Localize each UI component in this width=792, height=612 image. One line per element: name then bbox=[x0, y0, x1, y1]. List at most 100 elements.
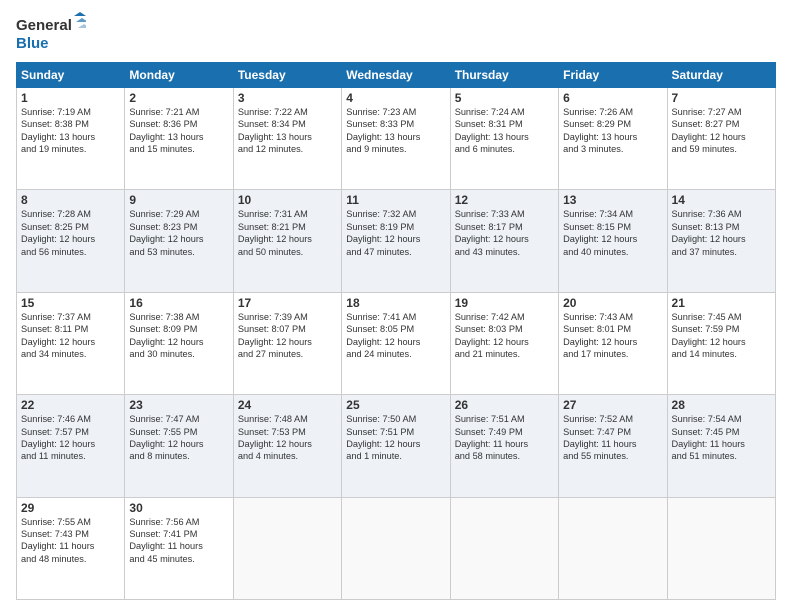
day-number: 9 bbox=[129, 193, 228, 207]
calendar-cell: 28Sunrise: 7:54 AMSunset: 7:45 PMDayligh… bbox=[667, 395, 775, 497]
cell-content: Sunrise: 7:27 AMSunset: 8:27 PMDaylight:… bbox=[672, 106, 771, 156]
calendar-cell: 18Sunrise: 7:41 AMSunset: 8:05 PMDayligh… bbox=[342, 292, 450, 394]
calendar-cell: 19Sunrise: 7:42 AMSunset: 8:03 PMDayligh… bbox=[450, 292, 558, 394]
calendar-cell: 27Sunrise: 7:52 AMSunset: 7:47 PMDayligh… bbox=[559, 395, 667, 497]
day-number: 17 bbox=[238, 296, 337, 310]
calendar-cell: 30Sunrise: 7:56 AMSunset: 7:41 PMDayligh… bbox=[125, 497, 233, 599]
calendar-cell: 14Sunrise: 7:36 AMSunset: 8:13 PMDayligh… bbox=[667, 190, 775, 292]
day-number: 25 bbox=[346, 398, 445, 412]
cell-content: Sunrise: 7:31 AMSunset: 8:21 PMDaylight:… bbox=[238, 208, 337, 258]
day-number: 30 bbox=[129, 501, 228, 515]
cell-content: Sunrise: 7:36 AMSunset: 8:13 PMDaylight:… bbox=[672, 208, 771, 258]
cell-content: Sunrise: 7:56 AMSunset: 7:41 PMDaylight:… bbox=[129, 516, 228, 566]
calendar-cell: 22Sunrise: 7:46 AMSunset: 7:57 PMDayligh… bbox=[17, 395, 125, 497]
day-header-wednesday: Wednesday bbox=[342, 63, 450, 88]
calendar-cell: 25Sunrise: 7:50 AMSunset: 7:51 PMDayligh… bbox=[342, 395, 450, 497]
day-number: 26 bbox=[455, 398, 554, 412]
calendar-cell bbox=[342, 497, 450, 599]
day-number: 10 bbox=[238, 193, 337, 207]
cell-content: Sunrise: 7:24 AMSunset: 8:31 PMDaylight:… bbox=[455, 106, 554, 156]
cell-content: Sunrise: 7:32 AMSunset: 8:19 PMDaylight:… bbox=[346, 208, 445, 258]
cell-content: Sunrise: 7:48 AMSunset: 7:53 PMDaylight:… bbox=[238, 413, 337, 463]
calendar-cell bbox=[233, 497, 341, 599]
cell-content: Sunrise: 7:21 AMSunset: 8:36 PMDaylight:… bbox=[129, 106, 228, 156]
week-row-5: 29Sunrise: 7:55 AMSunset: 7:43 PMDayligh… bbox=[17, 497, 776, 599]
day-number: 23 bbox=[129, 398, 228, 412]
day-header-monday: Monday bbox=[125, 63, 233, 88]
day-number: 21 bbox=[672, 296, 771, 310]
cell-content: Sunrise: 7:29 AMSunset: 8:23 PMDaylight:… bbox=[129, 208, 228, 258]
cell-content: Sunrise: 7:42 AMSunset: 8:03 PMDaylight:… bbox=[455, 311, 554, 361]
day-number: 4 bbox=[346, 91, 445, 105]
calendar-cell: 20Sunrise: 7:43 AMSunset: 8:01 PMDayligh… bbox=[559, 292, 667, 394]
day-number: 27 bbox=[563, 398, 662, 412]
calendar-cell: 24Sunrise: 7:48 AMSunset: 7:53 PMDayligh… bbox=[233, 395, 341, 497]
day-header-tuesday: Tuesday bbox=[233, 63, 341, 88]
calendar-cell: 1Sunrise: 7:19 AMSunset: 8:38 PMDaylight… bbox=[17, 88, 125, 190]
calendar-cell: 3Sunrise: 7:22 AMSunset: 8:34 PMDaylight… bbox=[233, 88, 341, 190]
calendar-cell bbox=[559, 497, 667, 599]
calendar-cell: 7Sunrise: 7:27 AMSunset: 8:27 PMDaylight… bbox=[667, 88, 775, 190]
cell-content: Sunrise: 7:46 AMSunset: 7:57 PMDaylight:… bbox=[21, 413, 120, 463]
day-number: 7 bbox=[672, 91, 771, 105]
day-number: 29 bbox=[21, 501, 120, 515]
calendar-cell: 6Sunrise: 7:26 AMSunset: 8:29 PMDaylight… bbox=[559, 88, 667, 190]
day-number: 6 bbox=[563, 91, 662, 105]
cell-content: Sunrise: 7:41 AMSunset: 8:05 PMDaylight:… bbox=[346, 311, 445, 361]
day-number: 28 bbox=[672, 398, 771, 412]
day-number: 19 bbox=[455, 296, 554, 310]
cell-content: Sunrise: 7:55 AMSunset: 7:43 PMDaylight:… bbox=[21, 516, 120, 566]
cell-content: Sunrise: 7:52 AMSunset: 7:47 PMDaylight:… bbox=[563, 413, 662, 463]
day-number: 22 bbox=[21, 398, 120, 412]
day-header-friday: Friday bbox=[559, 63, 667, 88]
logo: General Blue bbox=[16, 12, 86, 54]
day-number: 15 bbox=[21, 296, 120, 310]
svg-text:Blue: Blue bbox=[16, 35, 49, 52]
calendar-cell: 15Sunrise: 7:37 AMSunset: 8:11 PMDayligh… bbox=[17, 292, 125, 394]
day-number: 8 bbox=[21, 193, 120, 207]
day-number: 11 bbox=[346, 193, 445, 207]
day-number: 2 bbox=[129, 91, 228, 105]
calendar-cell: 4Sunrise: 7:23 AMSunset: 8:33 PMDaylight… bbox=[342, 88, 450, 190]
calendar-cell: 10Sunrise: 7:31 AMSunset: 8:21 PMDayligh… bbox=[233, 190, 341, 292]
day-header-sunday: Sunday bbox=[17, 63, 125, 88]
calendar-cell: 13Sunrise: 7:34 AMSunset: 8:15 PMDayligh… bbox=[559, 190, 667, 292]
week-row-4: 22Sunrise: 7:46 AMSunset: 7:57 PMDayligh… bbox=[17, 395, 776, 497]
cell-content: Sunrise: 7:19 AMSunset: 8:38 PMDaylight:… bbox=[21, 106, 120, 156]
day-number: 5 bbox=[455, 91, 554, 105]
day-number: 13 bbox=[563, 193, 662, 207]
calendar-cell: 29Sunrise: 7:55 AMSunset: 7:43 PMDayligh… bbox=[17, 497, 125, 599]
cell-content: Sunrise: 7:45 AMSunset: 7:59 PMDaylight:… bbox=[672, 311, 771, 361]
day-header-thursday: Thursday bbox=[450, 63, 558, 88]
cell-content: Sunrise: 7:51 AMSunset: 7:49 PMDaylight:… bbox=[455, 413, 554, 463]
day-number: 18 bbox=[346, 296, 445, 310]
calendar-cell bbox=[450, 497, 558, 599]
day-number: 1 bbox=[21, 91, 120, 105]
week-row-1: 1Sunrise: 7:19 AMSunset: 8:38 PMDaylight… bbox=[17, 88, 776, 190]
cell-content: Sunrise: 7:22 AMSunset: 8:34 PMDaylight:… bbox=[238, 106, 337, 156]
cell-content: Sunrise: 7:47 AMSunset: 7:55 PMDaylight:… bbox=[129, 413, 228, 463]
day-number: 20 bbox=[563, 296, 662, 310]
cell-content: Sunrise: 7:28 AMSunset: 8:25 PMDaylight:… bbox=[21, 208, 120, 258]
svg-text:General: General bbox=[16, 17, 72, 34]
cell-content: Sunrise: 7:23 AMSunset: 8:33 PMDaylight:… bbox=[346, 106, 445, 156]
calendar-cell: 8Sunrise: 7:28 AMSunset: 8:25 PMDaylight… bbox=[17, 190, 125, 292]
cell-content: Sunrise: 7:50 AMSunset: 7:51 PMDaylight:… bbox=[346, 413, 445, 463]
cell-content: Sunrise: 7:34 AMSunset: 8:15 PMDaylight:… bbox=[563, 208, 662, 258]
calendar-cell: 9Sunrise: 7:29 AMSunset: 8:23 PMDaylight… bbox=[125, 190, 233, 292]
calendar-cell: 17Sunrise: 7:39 AMSunset: 8:07 PMDayligh… bbox=[233, 292, 341, 394]
cell-content: Sunrise: 7:33 AMSunset: 8:17 PMDaylight:… bbox=[455, 208, 554, 258]
logo-svg: General Blue bbox=[16, 12, 86, 54]
cell-content: Sunrise: 7:39 AMSunset: 8:07 PMDaylight:… bbox=[238, 311, 337, 361]
calendar-cell: 21Sunrise: 7:45 AMSunset: 7:59 PMDayligh… bbox=[667, 292, 775, 394]
cell-content: Sunrise: 7:26 AMSunset: 8:29 PMDaylight:… bbox=[563, 106, 662, 156]
calendar-cell: 5Sunrise: 7:24 AMSunset: 8:31 PMDaylight… bbox=[450, 88, 558, 190]
calendar-cell: 16Sunrise: 7:38 AMSunset: 8:09 PMDayligh… bbox=[125, 292, 233, 394]
week-row-2: 8Sunrise: 7:28 AMSunset: 8:25 PMDaylight… bbox=[17, 190, 776, 292]
day-header-saturday: Saturday bbox=[667, 63, 775, 88]
calendar-cell: 12Sunrise: 7:33 AMSunset: 8:17 PMDayligh… bbox=[450, 190, 558, 292]
day-number: 3 bbox=[238, 91, 337, 105]
day-number: 14 bbox=[672, 193, 771, 207]
day-number: 16 bbox=[129, 296, 228, 310]
calendar-cell: 26Sunrise: 7:51 AMSunset: 7:49 PMDayligh… bbox=[450, 395, 558, 497]
